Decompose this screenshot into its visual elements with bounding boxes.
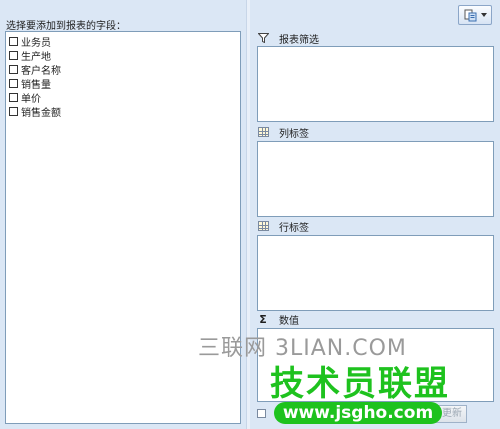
- field-item-salesperson[interactable]: 业务员: [6, 34, 240, 49]
- field-item-unit-price[interactable]: 单价: [6, 90, 240, 105]
- rows-drop-area[interactable]: [257, 235, 494, 311]
- row-grid-icon: [257, 220, 269, 232]
- layout-icon: [464, 9, 476, 21]
- field-label: 业务员: [21, 37, 51, 49]
- checkbox[interactable]: [9, 78, 18, 88]
- values-area-header: Σ 数值: [257, 312, 299, 327]
- watermark-url-badge: www.jsgho.com: [274, 402, 442, 424]
- field-item-origin[interactable]: 生产地: [6, 48, 240, 63]
- columns-area-label: 列标签: [279, 128, 309, 140]
- checkbox[interactable]: [9, 64, 18, 74]
- filter-icon: [257, 32, 269, 44]
- pane-splitter[interactable]: [246, 0, 250, 429]
- rows-area-label: 行标签: [279, 222, 309, 234]
- filter-area-label: 报表筛选: [279, 34, 319, 46]
- field-item-customer-name[interactable]: 客户名称: [6, 62, 240, 77]
- watermark-text: 技术员联盟: [270, 364, 450, 404]
- field-label: 销售金额: [21, 107, 61, 119]
- field-label: 客户名称: [21, 65, 61, 77]
- filter-area-header: 报表筛选: [257, 31, 319, 46]
- filter-drop-area[interactable]: [257, 46, 494, 122]
- checkbox[interactable]: [9, 106, 18, 116]
- columns-drop-area[interactable]: [257, 141, 494, 217]
- field-item-sales-volume[interactable]: 销售量: [6, 76, 240, 91]
- field-label: 单价: [21, 93, 41, 105]
- chevron-down-icon: [480, 13, 487, 17]
- rows-area-header: 行标签: [257, 219, 309, 234]
- checkbox[interactable]: [9, 36, 18, 46]
- field-label: 生产地: [21, 51, 51, 63]
- field-item-sales-amount[interactable]: 销售金额: [6, 104, 240, 119]
- checkbox[interactable]: [9, 92, 18, 102]
- field-label: 销售量: [21, 79, 51, 91]
- field-list[interactable]: 业务员 生产地 客户名称 销售量 单价 销售金额: [5, 31, 241, 424]
- field-list-header: 选择要添加到报表的字段：: [6, 21, 126, 32]
- field-list-layout-button[interactable]: [458, 5, 492, 25]
- sigma-icon: Σ: [259, 312, 267, 326]
- defer-update-checkbox[interactable]: [257, 409, 266, 418]
- column-grid-icon: [257, 126, 269, 138]
- checkbox[interactable]: [9, 50, 18, 60]
- values-area-label: 数值: [279, 315, 299, 327]
- columns-area-header: 列标签: [257, 125, 309, 140]
